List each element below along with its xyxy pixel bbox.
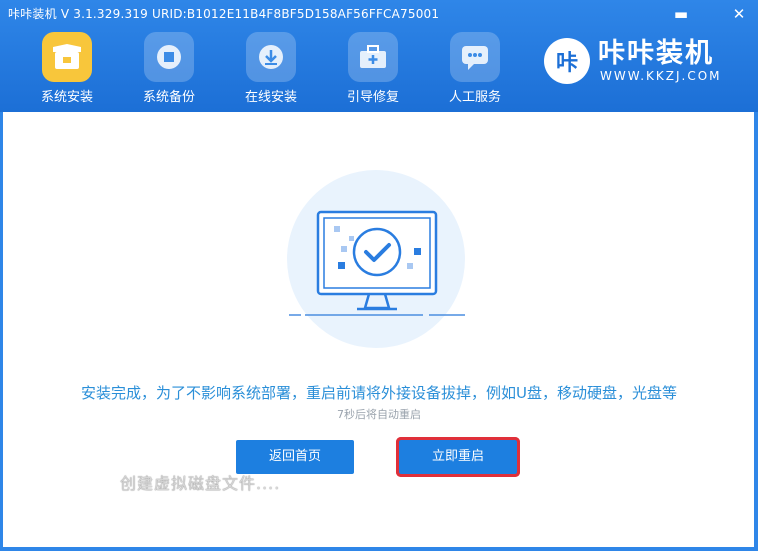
window-title: 咔咔装机 V 3.1.329.319 URID:B1012E11B4F8BF5D…	[8, 7, 440, 21]
nav-label: 引导修复	[346, 90, 399, 105]
nav-label: 系统安装	[40, 90, 93, 105]
nav-item-boot-repair[interactable]: 引导修复	[322, 32, 424, 110]
window-border-bottom	[0, 547, 758, 551]
header: 咔咔装机 V 3.1.329.319 URID:B1012E11B4F8BF5D…	[0, 0, 758, 112]
nav-label: 在线安装	[244, 90, 297, 105]
backup-icon	[144, 32, 194, 82]
monitor-check-icon	[289, 210, 465, 316]
brand-logo: 咔	[544, 38, 590, 84]
minimize-icon[interactable]: ▬	[670, 4, 692, 24]
completion-message: 安装完成，为了不影响系统部署，重启前请将外接设备拔掉，例如U盘，移动硬盘，光盘等	[81, 384, 677, 402]
window-border-right	[754, 112, 758, 551]
brand-name: 咔咔装机	[598, 38, 714, 69]
download-icon	[246, 32, 296, 82]
main-nav: 系统安装 系统备份 在线安装 引导修复 人工服务	[16, 32, 526, 110]
nav-item-system-backup[interactable]: 系统备份	[118, 32, 220, 110]
nav-item-system-install[interactable]: 系统安装	[16, 32, 118, 110]
nav-item-human-service[interactable]: 人工服务	[424, 32, 526, 110]
window-border-left	[0, 112, 3, 551]
brand-text: 咔咔装机 WWW.KKZJ.COM	[590, 38, 722, 84]
app-window: 咔咔装机 V 3.1.329.319 URID:B1012E11B4F8BF5D…	[0, 0, 758, 551]
brand: 咔 咔咔装机 WWW.KKZJ.COM	[544, 38, 722, 84]
nav-item-online-install[interactable]: 在线安装	[220, 32, 322, 110]
status-overlay-text: 创建虚拟磁盘文件....	[120, 474, 281, 493]
nav-label: 系统备份	[142, 90, 195, 105]
nav-label: 人工服务	[448, 90, 501, 105]
brand-url: WWW.KKZJ.COM	[600, 69, 722, 83]
box-icon	[42, 32, 92, 82]
close-icon[interactable]: ✕	[728, 4, 750, 24]
toolbox-icon	[348, 32, 398, 82]
countdown-text: 7秒后将自动重启	[337, 408, 421, 421]
chat-icon	[450, 32, 500, 82]
back-home-button[interactable]: 返回首页	[236, 440, 354, 474]
restart-now-button[interactable]: 立即重启	[396, 437, 520, 477]
